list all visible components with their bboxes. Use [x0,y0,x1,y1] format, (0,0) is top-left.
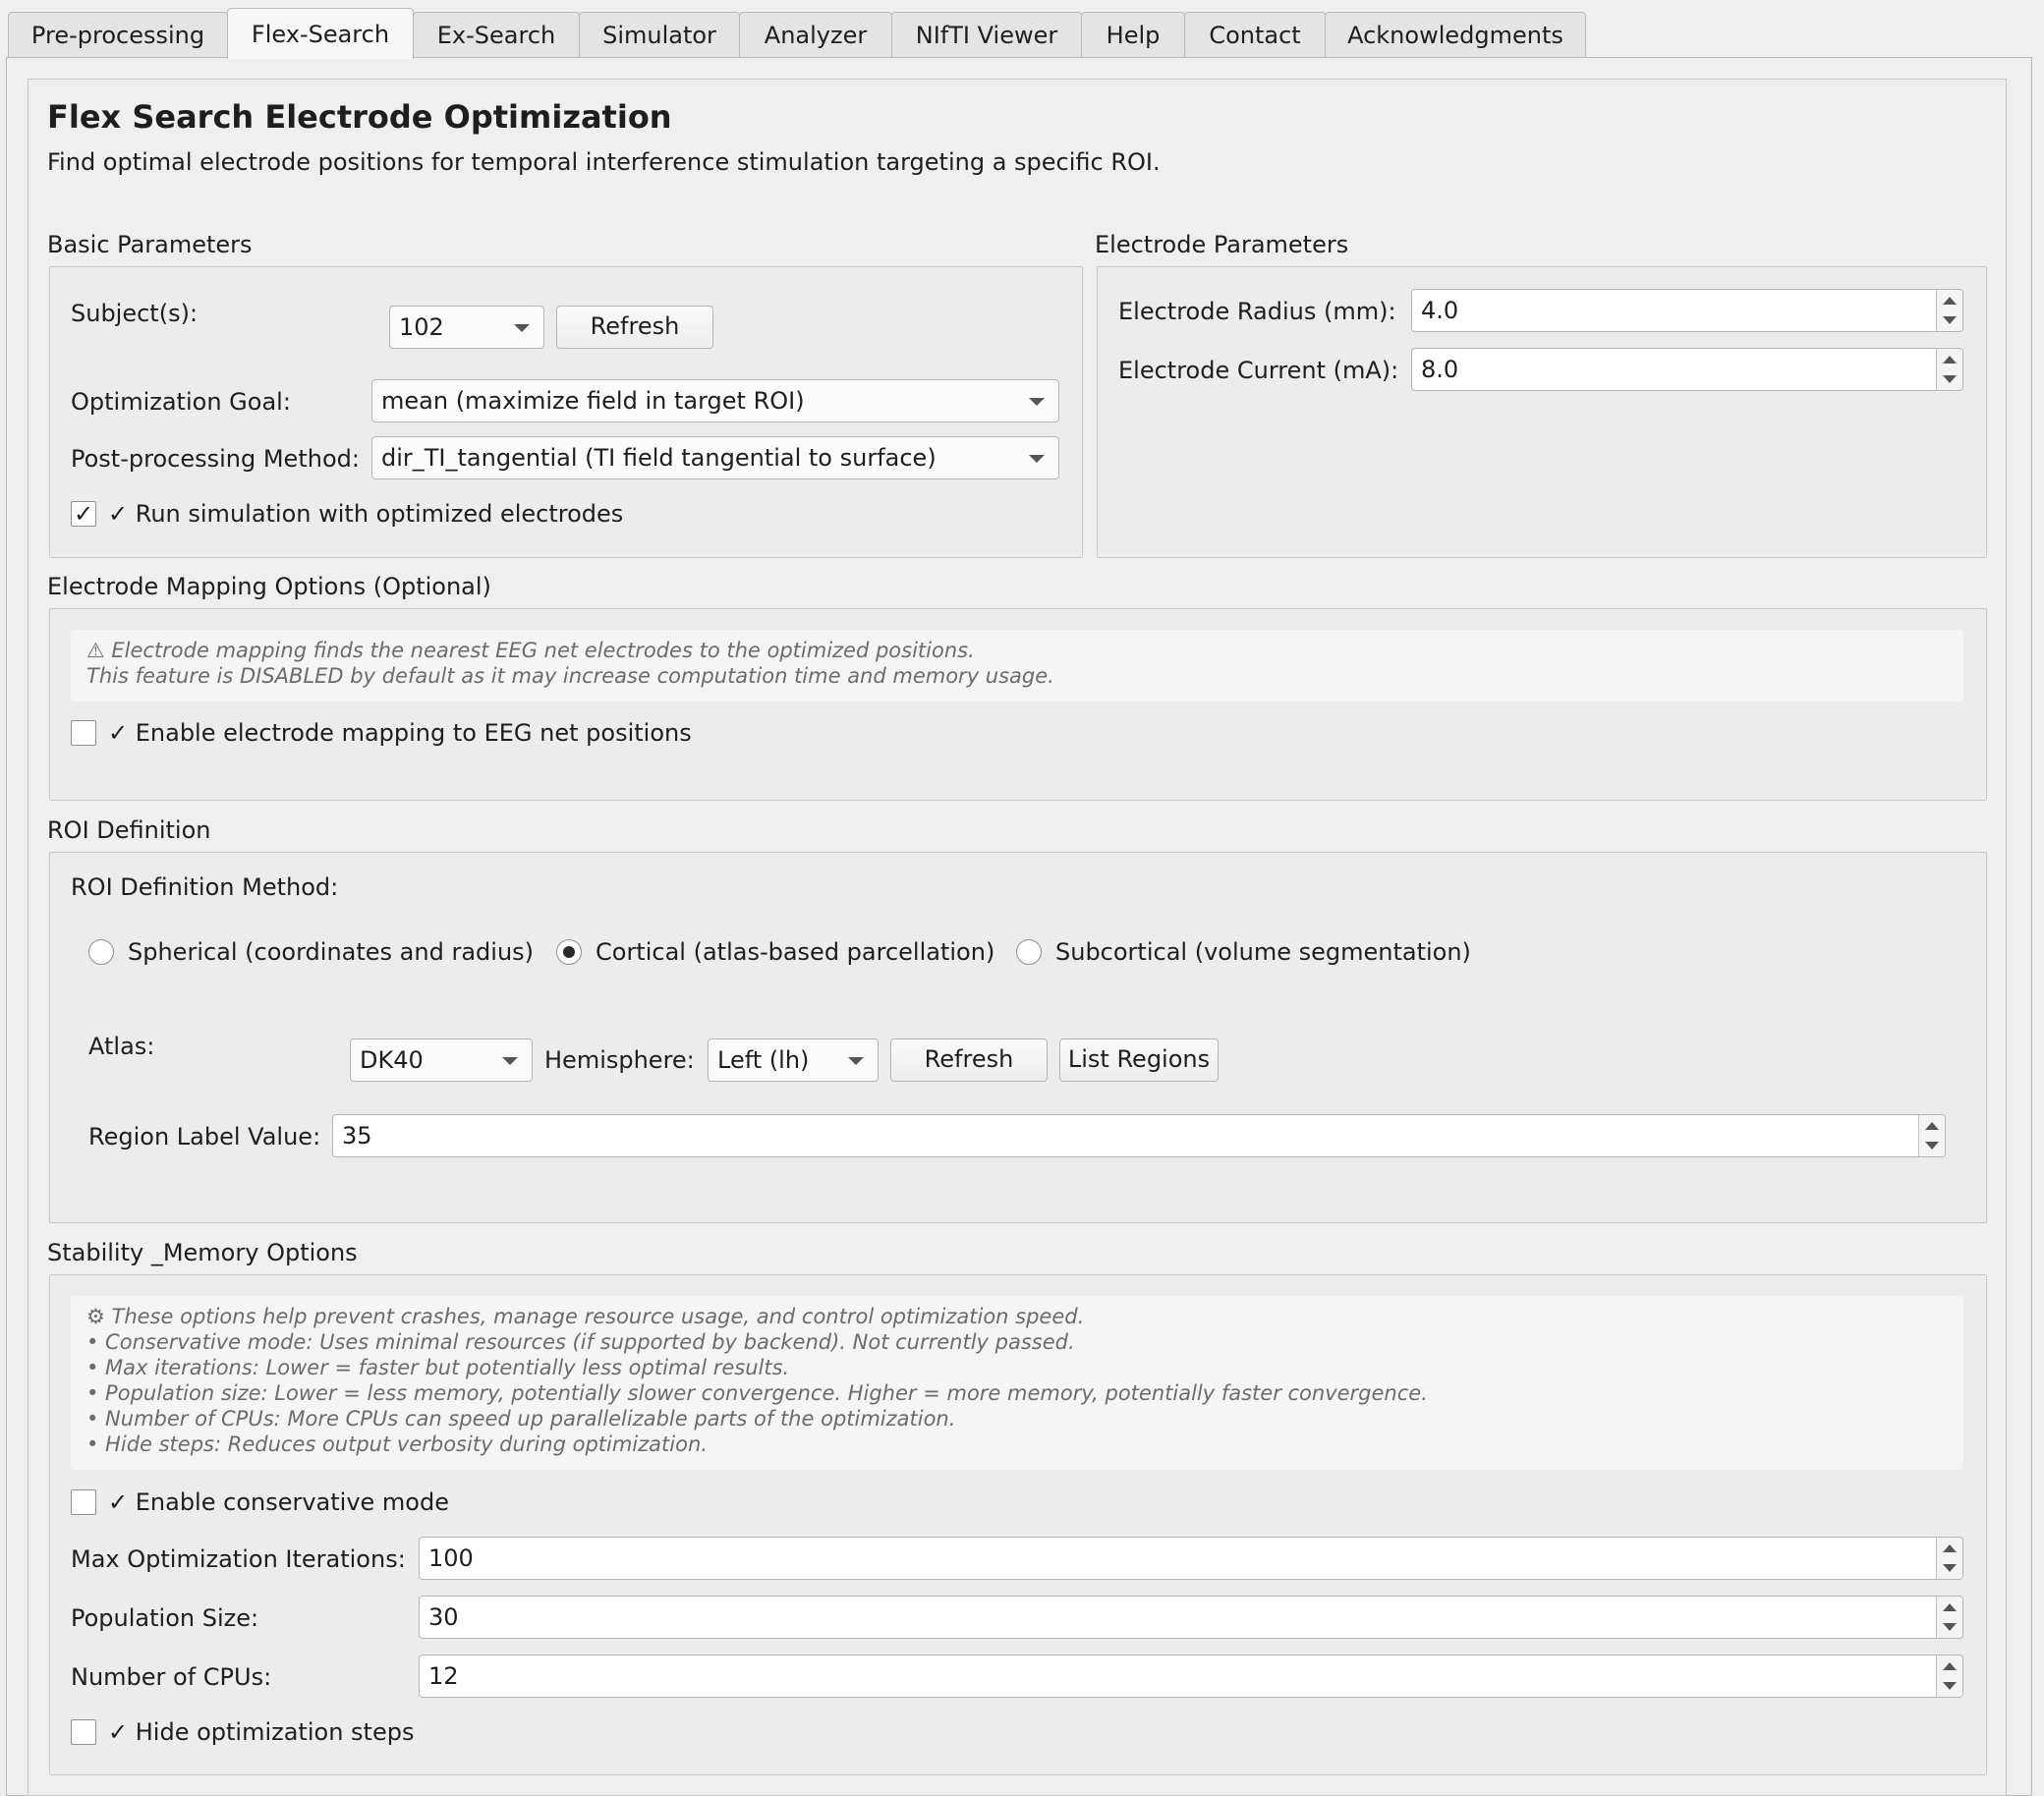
radio-selected-dot [563,946,575,958]
electrode-parameters-title: Electrode Parameters [1095,231,1349,258]
max-iterations-value: 100 [428,1544,474,1572]
population-size-value: 30 [428,1603,459,1631]
electrode-radius-spinbox[interactable]: 4.0 [1411,289,1963,332]
run-simulation-checkbox[interactable]: ✓ [71,501,96,527]
arrow-down-icon [1943,1623,1957,1631]
cortical-radio[interactable] [556,939,582,965]
population-size-spinbox[interactable]: 30 [419,1596,1963,1639]
cortical-label: Cortical (atlas-based parcellation) [596,938,995,966]
tab-help[interactable]: Help [1081,12,1185,57]
optimization-goal-value: mean (maximize field in target ROI) [381,387,805,415]
tab-pre-processing[interactable]: Pre-processing [8,12,228,57]
arrow-down-icon [1943,1564,1957,1572]
tab-nifti-viewer[interactable]: NIfTI Viewer [891,12,1082,57]
tab-simulator[interactable]: Simulator [579,12,740,57]
hemisphere-value: Left (lh) [717,1046,810,1074]
population-size-label: Population Size: [71,1604,259,1632]
spin-buttons[interactable] [1936,1597,1962,1638]
region-label-spinbox[interactable]: 35 [332,1114,1946,1157]
chevron-down-icon [1029,398,1045,406]
spin-buttons[interactable] [1918,1115,1945,1156]
chevron-down-icon [1029,455,1045,463]
electrode-radius-label: Electrode Radius (mm): [1118,298,1396,325]
spin-buttons[interactable] [1936,349,1962,390]
atlas-select[interactable]: DK40 [350,1038,533,1082]
tab-analyzer[interactable]: Analyzer [739,12,892,57]
electrode-mapping-note: ⚠ Electrode mapping finds the nearest EE… [71,630,1963,702]
subject-refresh-button[interactable]: Refresh [556,306,713,349]
tab-contact[interactable]: Contact [1184,12,1326,57]
spin-buttons[interactable] [1936,1656,1962,1697]
arrow-up-icon [1943,1544,1957,1552]
stability-memory-title: Stability _Memory Options [47,1239,358,1266]
cpus-spinbox[interactable]: 12 [419,1655,1963,1698]
hide-steps-label: ✓ Hide optimization steps [108,1718,415,1746]
subcortical-radio[interactable] [1016,939,1042,965]
chevron-down-icon [514,324,530,332]
electrode-mapping-title: Electrode Mapping Options (Optional) [47,573,491,600]
spin-buttons[interactable] [1936,290,1962,331]
tab-acknowledgments[interactable]: Acknowledgments [1325,12,1586,57]
atlas-value: DK40 [360,1046,424,1074]
list-regions-button[interactable]: List Regions [1059,1038,1219,1082]
electrode-current-value: 8.0 [1421,356,1459,383]
region-label-value: 35 [342,1122,372,1150]
arrow-down-icon [1925,1142,1939,1150]
arrow-down-icon [1943,1682,1957,1690]
hide-steps-checkbox[interactable] [71,1719,96,1745]
subjects-label: Subject(s): [71,300,199,327]
post-processing-value: dir_TI_tangential (TI field tangential t… [381,444,937,472]
atlas-refresh-button[interactable]: Refresh [890,1038,1048,1082]
arrow-up-icon [1943,1603,1957,1611]
max-iterations-label: Max Optimization Iterations: [71,1545,406,1573]
hemisphere-label: Hemisphere: [544,1046,695,1074]
post-processing-label: Post-processing Method: [71,445,360,473]
conservative-mode-label: ✓ Enable conservative mode [108,1488,449,1516]
page-title: Flex Search Electrode Optimization [47,98,672,136]
tab-flex-search[interactable]: Flex-Search [227,8,414,59]
chevron-down-icon [502,1057,518,1065]
arrow-down-icon [1943,316,1957,324]
conservative-mode-checkbox[interactable] [71,1489,96,1515]
electrode-radius-value: 4.0 [1421,297,1459,324]
arrow-up-icon [1943,356,1957,364]
tab-ex-search[interactable]: Ex-Search [413,12,580,57]
hemisphere-select[interactable]: Left (lh) [708,1038,879,1082]
electrode-mapping-checkbox[interactable] [71,720,96,746]
cpus-value: 12 [428,1662,459,1690]
max-iterations-spinbox[interactable]: 100 [419,1537,1963,1580]
optimization-goal-label: Optimization Goal: [71,388,291,416]
stability-memory-note: ⚙ These options help prevent crashes, ma… [71,1296,1963,1470]
atlas-label: Atlas: [88,1033,155,1060]
basic-parameters-title: Basic Parameters [47,231,253,258]
run-simulation-label: ✓ Run simulation with optimized electrod… [108,500,624,528]
arrow-up-icon [1943,297,1957,305]
arrow-down-icon [1943,375,1957,383]
spherical-radio[interactable] [88,939,114,965]
electrode-current-spinbox[interactable]: 8.0 [1411,348,1963,391]
subject-value: 102 [399,313,444,341]
chevron-down-icon [848,1057,864,1065]
page-subtitle: Find optimal electrode positions for tem… [47,148,1161,176]
spin-buttons[interactable] [1936,1538,1962,1579]
optimization-goal-select[interactable]: mean (maximize field in target ROI) [371,379,1059,422]
roi-definition-title: ROI Definition [47,816,211,844]
roi-definition-group [49,852,1987,1223]
subcortical-label: Subcortical (volume segmentation) [1055,938,1471,966]
electrode-current-label: Electrode Current (mA): [1118,357,1399,384]
region-label: Region Label Value: [88,1123,321,1151]
subject-select[interactable]: 102 [389,306,544,349]
electrode-mapping-label: ✓ Enable electrode mapping to EEG net po… [108,719,692,747]
roi-method-label: ROI Definition Method: [71,873,339,901]
post-processing-select[interactable]: dir_TI_tangential (TI field tangential t… [371,436,1059,479]
arrow-up-icon [1925,1122,1939,1130]
spherical-label: Spherical (coordinates and radius) [128,938,535,966]
cpus-label: Number of CPUs: [71,1663,272,1691]
arrow-up-icon [1943,1662,1957,1670]
